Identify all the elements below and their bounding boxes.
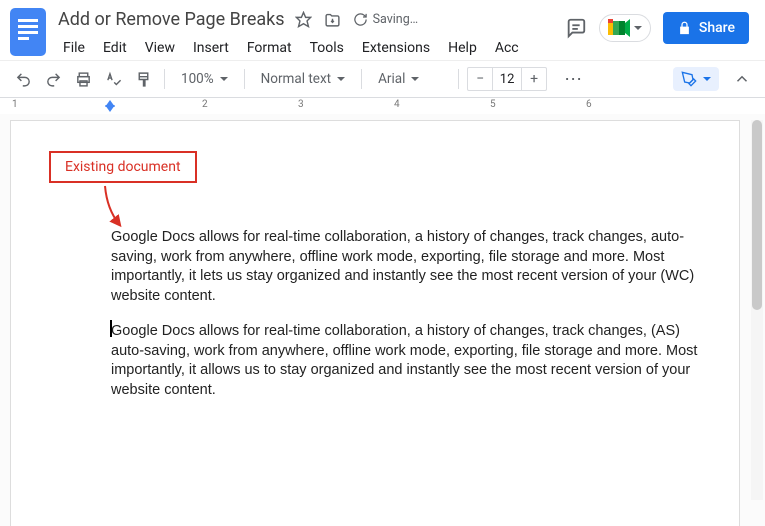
toolbar-separator <box>244 69 245 89</box>
menu-edit[interactable]: Edit <box>96 36 134 60</box>
title-row: Add or Remove Page Breaks Saving… <box>56 6 565 32</box>
font-size-decrease[interactable]: − <box>468 68 492 90</box>
paragraph: Google Docs allows for real-time collabo… <box>111 322 705 400</box>
document-canvas: Existing document Google Docs allows for… <box>0 114 765 526</box>
document-title[interactable]: Add or Remove Page Breaks <box>58 9 285 30</box>
menu-format[interactable]: Format <box>240 36 299 60</box>
app-header: Add or Remove Page Breaks Saving… File E… <box>0 0 765 60</box>
move-icon[interactable] <box>324 11 341 28</box>
chevron-down-icon <box>337 77 345 81</box>
text-cursor <box>110 320 112 337</box>
annotation-label: Existing document <box>65 159 181 175</box>
toolbar-right <box>673 66 755 92</box>
menu-insert[interactable]: Insert <box>186 36 236 60</box>
font-dropdown[interactable]: Arial <box>370 66 450 92</box>
menu-tools[interactable]: Tools <box>303 36 351 60</box>
paint-format-button[interactable] <box>130 66 156 92</box>
share-button[interactable]: Share <box>663 12 749 44</box>
zoom-value: 100% <box>181 71 214 87</box>
menu-extensions[interactable]: Extensions <box>355 36 437 60</box>
toolbar-separator <box>164 69 165 89</box>
chevron-down-icon <box>634 26 642 30</box>
lock-icon <box>677 21 692 36</box>
horizontal-ruler[interactable]: 1 2 3 4 5 6 <box>0 98 765 114</box>
toolbar-separator <box>458 69 459 89</box>
chevron-down-icon <box>703 77 711 81</box>
more-toolbar-button[interactable]: ⋯ <box>561 66 587 92</box>
annotation-box: Existing document <box>49 151 197 183</box>
editing-mode-button[interactable] <box>673 67 719 91</box>
meet-icon <box>608 19 630 37</box>
redo-button[interactable] <box>40 66 66 92</box>
paragraph-style-dropdown[interactable]: Normal text <box>253 66 353 92</box>
paragraph-style-value: Normal text <box>261 71 331 87</box>
chevron-down-icon <box>220 77 228 81</box>
font-value: Arial <box>378 71 405 87</box>
title-block: Add or Remove Page Breaks Saving… File E… <box>56 6 565 60</box>
paragraph: Google Docs allows for real-time collabo… <box>111 228 705 306</box>
menu-accessibility[interactable]: Acc <box>488 36 526 60</box>
saving-label: Saving… <box>373 12 419 27</box>
first-line-indent-marker[interactable] <box>105 100 115 107</box>
document-body[interactable]: Google Docs allows for real-time collabo… <box>111 228 705 417</box>
ruler-number: 1 <box>12 99 18 110</box>
print-button[interactable] <box>70 66 96 92</box>
menu-view[interactable]: View <box>138 36 182 60</box>
font-size-stepper: − 12 + <box>467 67 547 91</box>
ruler-number: 5 <box>490 99 496 110</box>
menu-file[interactable]: File <box>56 36 92 60</box>
left-indent-marker[interactable] <box>105 105 115 112</box>
ruler-number: 4 <box>394 99 400 110</box>
meet-button[interactable] <box>599 14 651 42</box>
toolbar-separator <box>361 69 362 89</box>
scrollbar-thumb[interactable] <box>752 120 762 310</box>
share-label: Share <box>699 20 735 36</box>
star-icon[interactable] <box>295 11 312 28</box>
ruler-number: 6 <box>586 99 592 110</box>
zoom-dropdown[interactable]: 100% <box>173 66 236 92</box>
comments-icon[interactable] <box>565 17 587 39</box>
spellcheck-button[interactable] <box>100 66 126 92</box>
pen-icon <box>681 71 697 87</box>
ruler-number: 2 <box>202 99 208 110</box>
docs-logo-icon[interactable] <box>10 8 46 56</box>
document-page[interactable]: Existing document Google Docs allows for… <box>10 120 740 526</box>
title-icons: Saving… <box>295 11 419 28</box>
annotation-arrow-icon <box>101 184 131 229</box>
font-size-increase[interactable]: + <box>522 68 546 90</box>
saving-indicator: Saving… <box>353 12 419 27</box>
undo-button[interactable] <box>10 66 36 92</box>
menu-help[interactable]: Help <box>441 36 484 60</box>
toolbar: 100% Normal text Arial − 12 + ⋯ <box>0 60 765 98</box>
ruler-number: 3 <box>298 99 304 110</box>
menu-bar: File Edit View Insert Format Tools Exten… <box>56 32 565 60</box>
chevron-down-icon <box>411 77 419 81</box>
collapse-toolbar-button[interactable] <box>729 66 755 92</box>
font-size-value[interactable]: 12 <box>492 68 522 90</box>
header-right: Share <box>565 12 755 44</box>
vertical-scrollbar[interactable] <box>751 120 763 500</box>
